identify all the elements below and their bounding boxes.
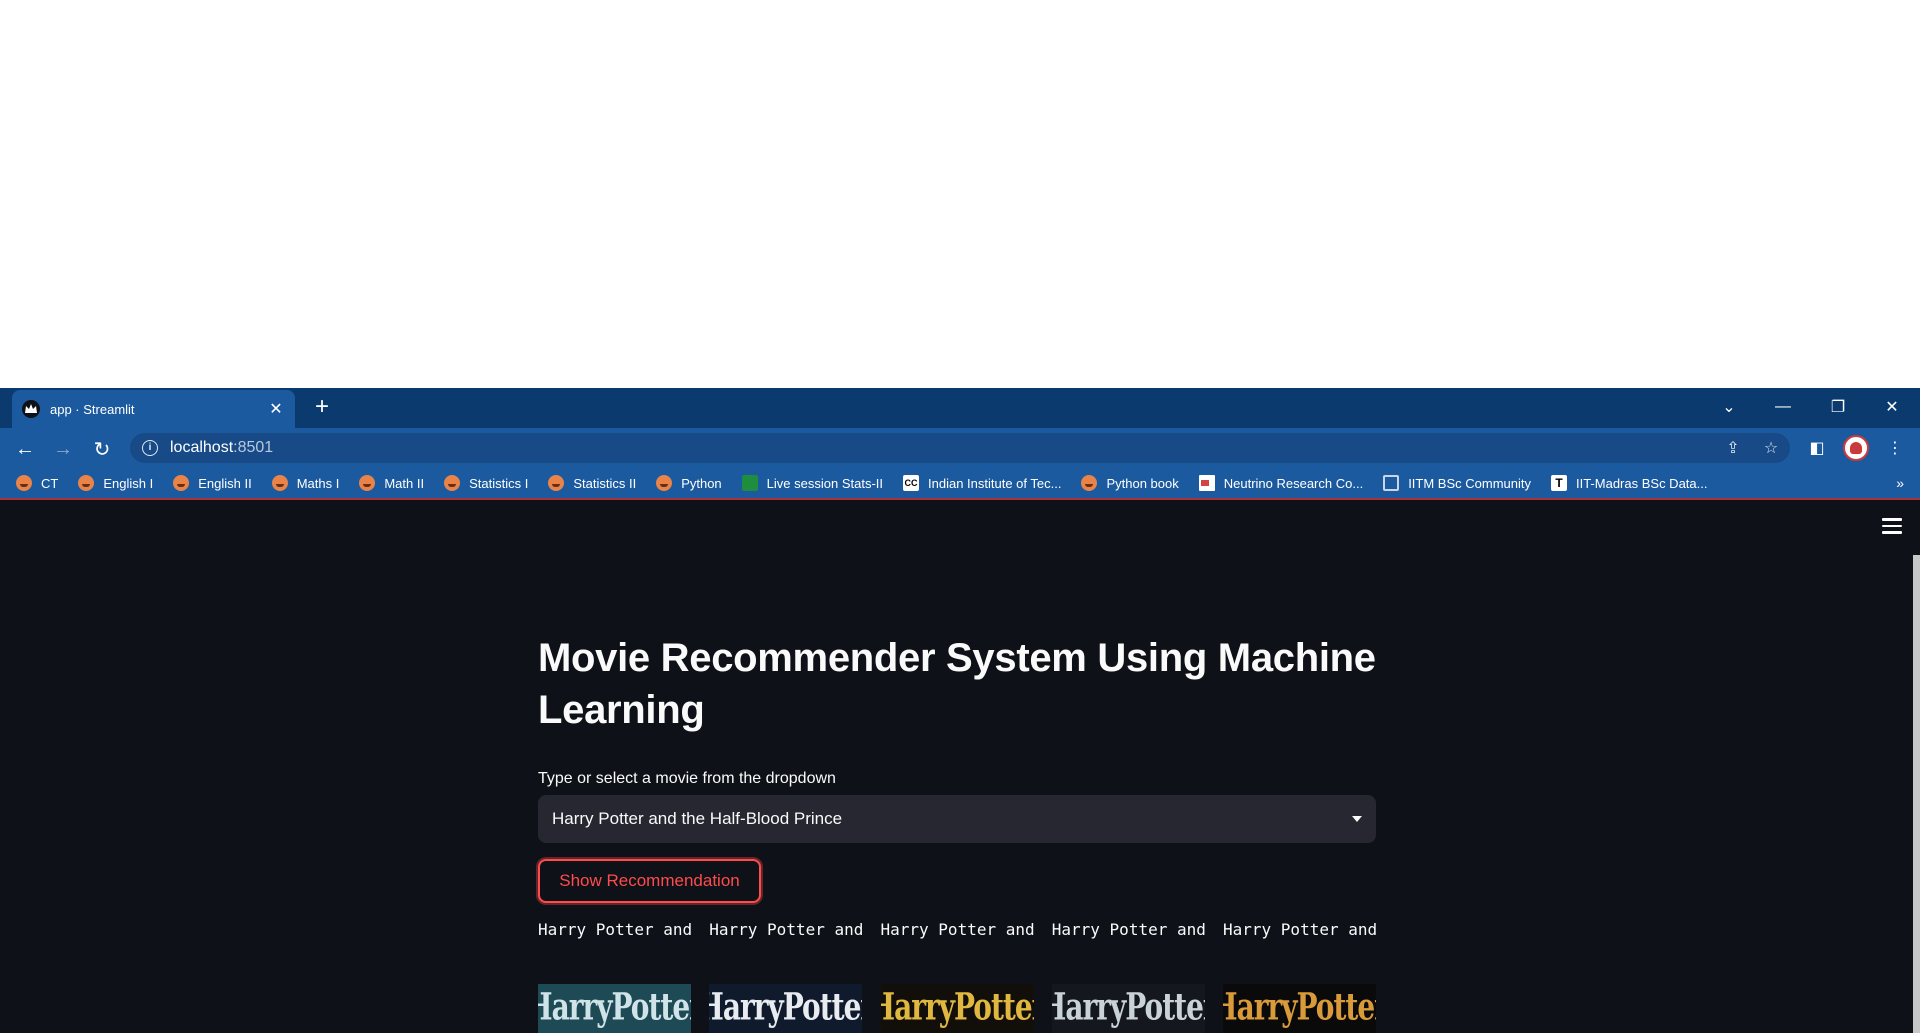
bookmark-label: Maths I <box>296 475 340 491</box>
back-arrow-icon[interactable]: ← <box>12 436 38 462</box>
bookmark-item[interactable]: T IIT-Madras BSc Data... <box>1550 475 1708 491</box>
restore-icon[interactable]: ❐ <box>1818 394 1858 420</box>
bookmark-star-icon[interactable]: ☆ <box>1760 437 1782 459</box>
bookmark-label: Live session Stats-II <box>766 475 883 491</box>
side-panel-icon[interactable]: ◧ <box>1806 437 1828 459</box>
select-label: Type or select a movie from the dropdown <box>538 770 836 787</box>
forward-arrow-icon[interactable]: → <box>50 436 76 462</box>
browser-toolbar: ← → ↻ i localhost:8501 ⇪ ☆ ◧ ⋮ <box>0 428 1920 468</box>
page-title: Movie Recommender System Using Machine L… <box>538 636 1376 732</box>
bookmark-item[interactable]: Python <box>656 475 722 491</box>
new-tab-button[interactable]: + <box>310 395 334 420</box>
bookmark-label: Neutrino Research Co... <box>1223 475 1364 491</box>
browser-window: app · Streamlit ✕ + ⌄ — ❐ ✕ ← → ↻ i loca… <box>0 388 1920 1033</box>
movie-poster-image: HarryPotter <box>709 984 863 1033</box>
poster-logo-text: HarryPotter <box>709 984 862 1029</box>
bookmark-face-icon <box>444 475 461 491</box>
bookmark-label: English II <box>198 475 252 491</box>
bookmark-face-icon <box>359 475 376 491</box>
recommended-movie-name: Harry Potter and <box>1223 920 1376 939</box>
bookmark-item[interactable]: IITM BSc Community <box>1383 475 1531 491</box>
bookmark-item[interactable]: English II <box>173 475 252 491</box>
bookmark-label: CT <box>41 475 59 491</box>
recommendation-names: Harry Potter and Harry Potter and Harry Po… <box>538 920 1376 942</box>
movie-poster-image: HarryPotter <box>880 984 1034 1033</box>
movie-poster-image: HarryPotter <box>538 984 691 1033</box>
bookmark-item[interactable]: CC Indian Institute of Tec... <box>903 475 1061 491</box>
tab-search-icon[interactable]: ⌄ <box>1709 394 1749 420</box>
poster-logo-text: HarryPotter <box>538 984 691 1029</box>
bookmark-face-icon <box>1081 475 1098 491</box>
bookmark-face-icon <box>173 475 190 491</box>
movie-select[interactable]: Harry Potter and the Half-Blood Prince <box>538 795 1376 843</box>
bookmark-cal-icon <box>1383 475 1400 491</box>
minimize-icon[interactable]: — <box>1763 394 1803 420</box>
poster-logo-text: HarryPotter <box>1223 984 1376 1029</box>
streamlit-page: Movie Recommender System Using Machine L… <box>0 502 1920 1033</box>
bookmark-tee-icon: T <box>1550 475 1567 491</box>
poster-logo-text: HarryPotter <box>881 984 1034 1029</box>
bookmark-label: Indian Institute of Tec... <box>928 475 1062 491</box>
address-bar[interactable]: i localhost:8501 <box>130 433 1790 463</box>
share-icon[interactable]: ⇪ <box>1722 437 1744 459</box>
recommended-movie-name: Harry Potter and <box>1051 920 1205 939</box>
bookmark-face-icon <box>16 475 32 491</box>
bookmark-cc-icon: CC <box>903 475 919 491</box>
movie-poster-image: HarryPotter <box>1051 984 1205 1033</box>
bookmark-label: Python book <box>1106 475 1179 491</box>
bookmark-face-icon <box>78 475 95 491</box>
profile-avatar[interactable] <box>1843 435 1869 461</box>
poster-logo-text: HarryPotter <box>1052 984 1205 1029</box>
tab-title: app · Streamlit <box>50 401 135 417</box>
blank-area <box>0 0 1920 388</box>
bookmark-label: Math II <box>384 475 425 491</box>
bookmark-item[interactable]: Statistics II <box>548 475 636 491</box>
bookmark-item[interactable]: Live session Stats-II <box>741 475 883 491</box>
tab-app-streamlit[interactable]: app · Streamlit ✕ <box>12 390 295 428</box>
movie-poster-image: HarryPotter <box>1223 984 1376 1033</box>
tab-strip: app · Streamlit ✕ + ⌄ — ❐ ✕ <box>0 388 1920 428</box>
bookmark-item[interactable]: English I <box>78 475 153 491</box>
menu-kebab-icon[interactable]: ⋮ <box>1884 437 1906 459</box>
bookmark-face-icon <box>271 475 288 491</box>
bookmark-item[interactable]: Maths I <box>271 475 340 491</box>
selected-movie: Harry Potter and the Half-Blood Prince <box>552 809 843 828</box>
bookmark-label: IITM BSc Community <box>1408 475 1531 491</box>
streamlit-crown-icon <box>22 400 40 418</box>
bookmark-label: IIT-Madras BSc Data... <box>1575 475 1708 491</box>
bookmark-item[interactable]: Neutrino Research Co... <box>1198 475 1364 491</box>
chevron-down-icon[interactable] <box>1352 816 1362 822</box>
reload-icon[interactable]: ↻ <box>89 436 115 462</box>
recommendation-posters: HarryPotter HarryPotter HarryPotter HarryPo… <box>538 984 1376 1033</box>
close-tab-icon[interactable]: ✕ <box>267 400 285 418</box>
bookmarks-bar: CT English I English II Maths I Math II Stati… <box>0 468 1920 500</box>
recommended-movie-name: Harry Potter and <box>538 920 691 939</box>
url-host: localhost <box>170 439 234 456</box>
recommended-movie-name: Harry Potter and <box>880 920 1034 939</box>
bookmark-item[interactable]: Math II <box>359 475 424 491</box>
bookmark-label: English I <box>103 475 154 491</box>
bookmarks-overflow-icon[interactable]: » <box>1896 475 1904 491</box>
close-window-icon[interactable]: ✕ <box>1872 394 1912 420</box>
bookmark-label: Statistics II <box>573 475 637 491</box>
bookmark-label: Statistics I <box>469 475 529 491</box>
bookmark-item[interactable]: Python book <box>1081 475 1179 491</box>
scrollbar[interactable] <box>1913 555 1920 1033</box>
bookmark-item[interactable]: Statistics I <box>444 475 528 491</box>
bookmark-label: Python <box>681 475 722 491</box>
bookmark-face-icon <box>548 475 565 491</box>
recommended-movie-name: Harry Potter and <box>709 920 863 939</box>
bookmark-red-icon <box>1198 475 1215 491</box>
site-info-icon[interactable]: i <box>142 440 158 456</box>
bookmark-face-icon <box>656 475 673 491</box>
hamburger-menu-icon[interactable] <box>1882 518 1902 536</box>
show-recommendation-button[interactable]: Show Recommendation <box>538 859 761 903</box>
bookmark-item[interactable]: CT <box>16 475 58 491</box>
bookmark-green-icon <box>741 475 758 491</box>
url-port: :8501 <box>233 439 274 456</box>
